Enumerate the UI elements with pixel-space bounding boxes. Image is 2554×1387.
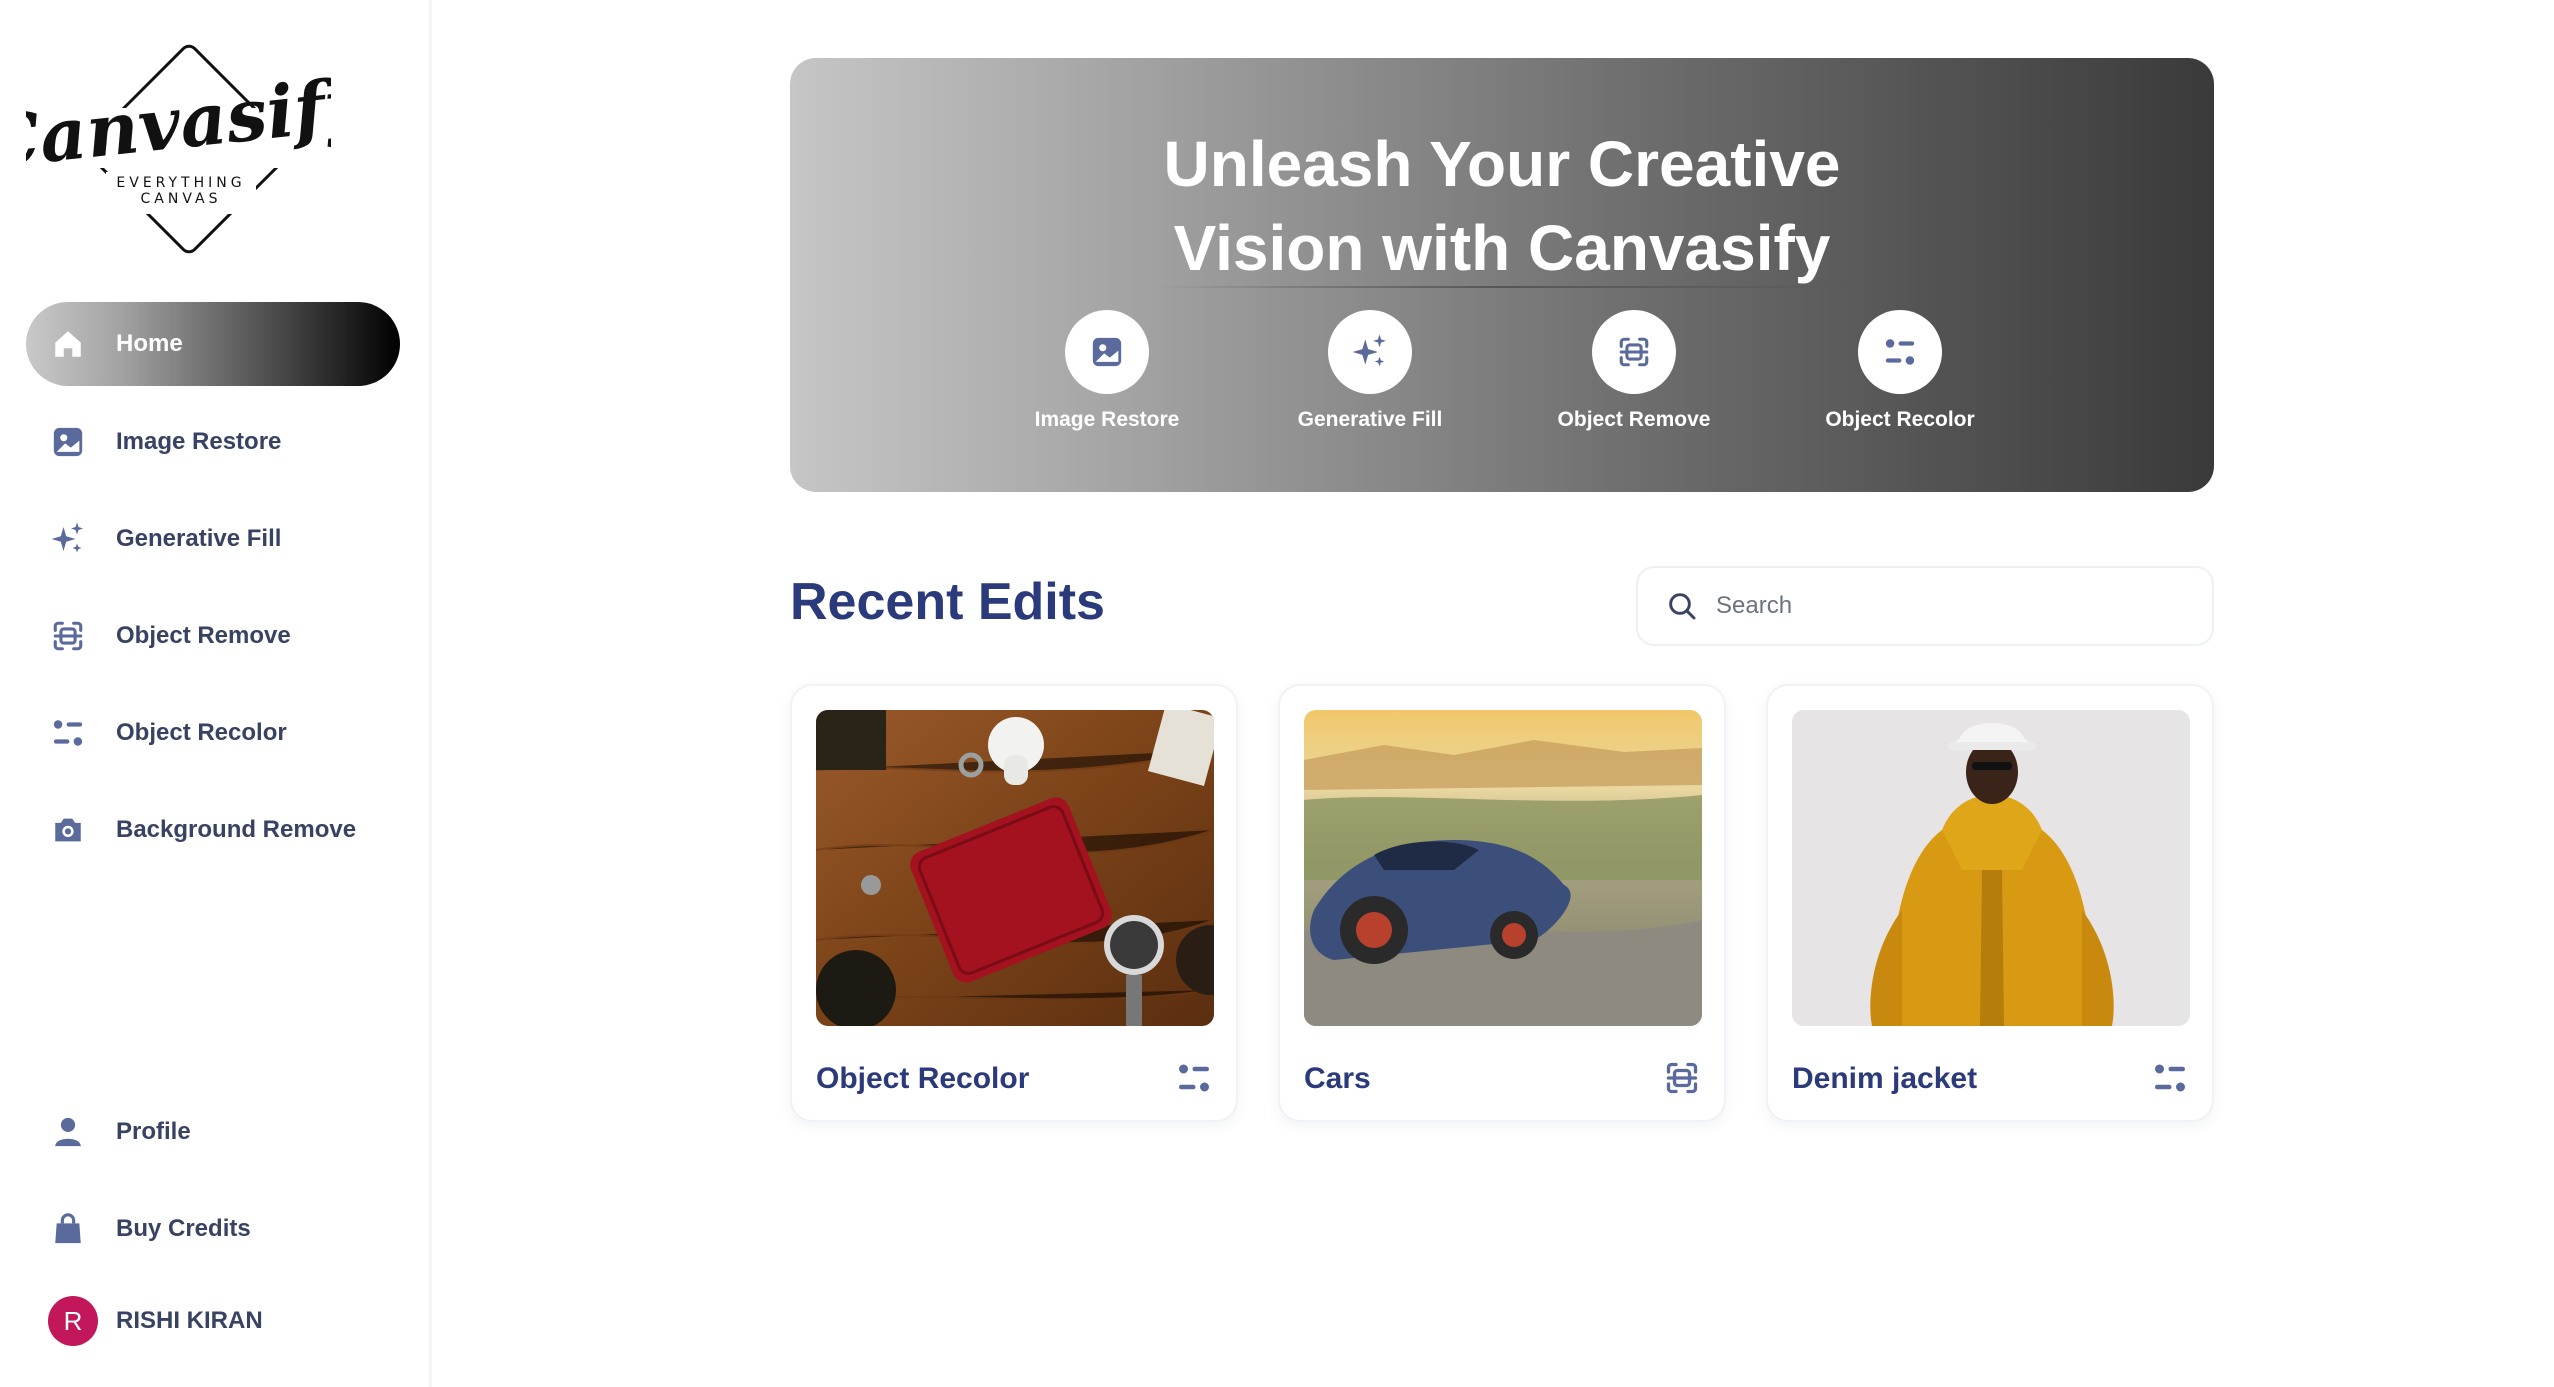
- sidebar-item-label: Object Recolor: [116, 719, 287, 746]
- hero-tool-image-restore[interactable]: Image Restore: [987, 310, 1227, 432]
- sidebar-item-object-recolor[interactable]: Object Recolor: [26, 691, 400, 775]
- filter-icon[interactable]: [1176, 1060, 1212, 1096]
- filter-icon: [50, 715, 86, 751]
- hero-divider: [1155, 286, 1850, 288]
- camera-icon: [50, 812, 86, 848]
- filter-icon: [1858, 310, 1942, 394]
- hero-tool-label: Image Restore: [1034, 408, 1180, 431]
- card-title: Denim jacket: [1792, 1062, 1978, 1095]
- sidebar-item-label: Buy Credits: [116, 1215, 251, 1242]
- sidebar-item-label: Home: [116, 330, 183, 357]
- recent-edit-card[interactable]: Denim jacket: [1766, 684, 2214, 1122]
- hero-tool-object-recolor[interactable]: Object Recolor: [1780, 310, 2020, 432]
- user-profile[interactable]: R RISHI KIRAN: [48, 1296, 263, 1346]
- hero-tool-label: Object Remove: [1557, 408, 1711, 431]
- section-title-recent-edits: Recent Edits: [790, 573, 1105, 631]
- search-box[interactable]: [1636, 566, 2214, 646]
- recent-edit-card[interactable]: Cars: [1278, 684, 1726, 1122]
- recent-edit-card[interactable]: Object Recolor: [790, 684, 1238, 1122]
- card-title: Cars: [1304, 1062, 1371, 1095]
- home-icon: [50, 326, 86, 362]
- card-title: Object Recolor: [816, 1062, 1030, 1095]
- hero-tool-label: Generative Fill: [1297, 408, 1443, 431]
- search-icon: [1669, 593, 1696, 620]
- scan-icon: [1592, 310, 1676, 394]
- sidebar-item-buy-credits[interactable]: Buy Credits: [26, 1187, 400, 1271]
- sparkles-icon: [50, 521, 86, 557]
- sidebar-item-home[interactable]: Home: [26, 302, 400, 386]
- hero-tool-label: Object Recolor: [1825, 408, 1975, 431]
- bag-icon: [50, 1211, 86, 1247]
- sidebar-item-generative-fill[interactable]: Generative Fill: [26, 497, 400, 581]
- sidebar-item-profile[interactable]: Profile: [26, 1090, 400, 1174]
- sparkles-icon: [1328, 310, 1412, 394]
- user-name: RISHI KIRAN: [116, 1307, 263, 1334]
- sidebar-item-object-remove[interactable]: Object Remove: [26, 594, 400, 678]
- svg-text:CANVAS: CANVAS: [141, 191, 222, 207]
- canvasify-logo[interactable]: Canvasify EVERYTHING CANVAS: [0, 36, 375, 262]
- hero-tool-generative-fill[interactable]: Generative Fill: [1250, 310, 1490, 432]
- sidebar: Canvasify EVERYTHING CANVAS Home Image R…: [0, 0, 432, 1387]
- sidebar-item-label: Image Restore: [116, 428, 282, 455]
- filter-icon[interactable]: [2152, 1060, 2188, 1096]
- search-input[interactable]: [1716, 592, 2176, 620]
- scan-icon: [50, 618, 86, 654]
- hero-banner: Unleash Your Creative Vision with Canvas…: [790, 58, 2214, 492]
- sidebar-item-label: Profile: [116, 1118, 191, 1145]
- sidebar-item-background-remove[interactable]: Background Remove: [26, 788, 400, 872]
- hero-tool-object-remove[interactable]: Object Remove: [1514, 310, 1754, 432]
- sidebar-item-label: Object Remove: [116, 622, 291, 649]
- card-thumbnail-wallet: [816, 710, 1214, 1026]
- image-icon: [50, 424, 86, 460]
- sidebar-item-image-restore[interactable]: Image Restore: [26, 400, 400, 484]
- image-icon: [1065, 310, 1149, 394]
- avatar: R: [48, 1296, 98, 1346]
- card-thumbnail-cars: [1304, 710, 1702, 1026]
- scan-icon[interactable]: [1664, 1060, 1700, 1096]
- user-icon: [50, 1114, 86, 1150]
- sidebar-item-label: Generative Fill: [116, 525, 282, 552]
- sidebar-item-label: Background Remove: [116, 816, 357, 843]
- svg-text:EVERYTHING: EVERYTHING: [116, 175, 245, 191]
- hero-title: Unleash Your Creative Vision with Canvas…: [1163, 128, 1841, 284]
- card-thumbnail-jacket: [1792, 710, 2190, 1026]
